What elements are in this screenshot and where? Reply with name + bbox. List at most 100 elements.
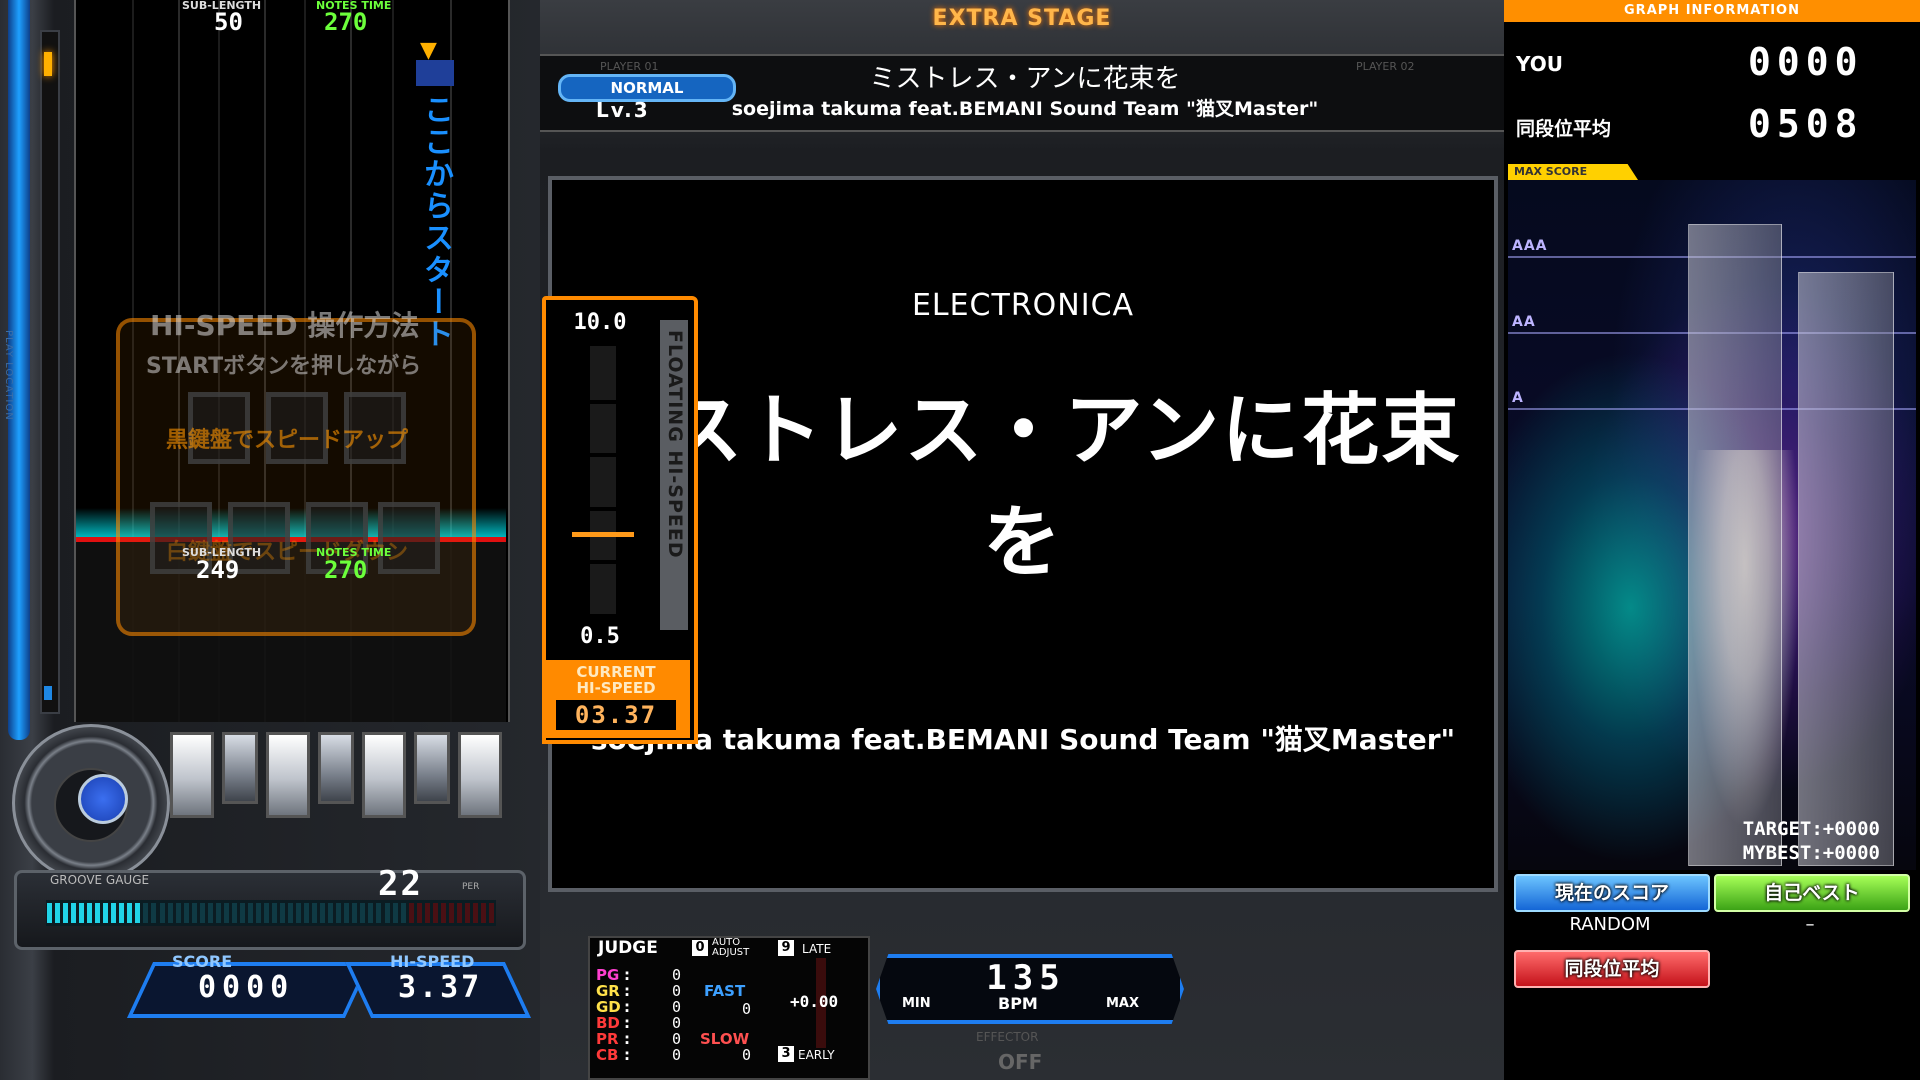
groove-gauge-segment xyxy=(352,903,358,923)
bpm-label: BPM xyxy=(998,994,1038,1013)
groove-gauge-segment xyxy=(344,903,350,923)
groove-gauge-segment xyxy=(207,903,213,923)
play-location-marker xyxy=(44,52,52,76)
hispeed-guide-text: STARTボタンを押しながら xyxy=(146,354,422,379)
early-offset-value: 3 xyxy=(778,1046,794,1062)
current-score-button[interactable]: 現在のスコア xyxy=(1514,874,1710,912)
judge-cb-label: CB xyxy=(596,1046,619,1064)
score-label: SCORE xyxy=(172,952,233,971)
key-4[interactable] xyxy=(318,732,354,804)
groove-gauge-segment xyxy=(231,903,237,923)
groove-gauge-segment xyxy=(312,903,318,923)
groove-gauge-segment xyxy=(488,903,494,923)
key-3[interactable] xyxy=(266,732,310,818)
groove-gauge-segment xyxy=(288,903,294,923)
effector-value: OFF xyxy=(998,1050,1043,1074)
groove-gauge-segment xyxy=(376,903,382,923)
difficulty-level: Lv.3 xyxy=(596,98,650,122)
current-hispeed-label: CURRENT HI-SPEED xyxy=(542,664,690,696)
song-artist: soejima takuma feat.BEMANI Sound Team "猫… xyxy=(731,98,1319,120)
groove-gauge-segment xyxy=(464,903,470,923)
groove-gauge-segment xyxy=(103,903,109,923)
late-label: LATE xyxy=(802,942,832,956)
late-offset-value: 9 xyxy=(778,940,794,956)
groove-gauge-segment xyxy=(127,903,133,923)
groove-gauge-segment xyxy=(135,903,141,923)
player-2-label: PLAYER 02 xyxy=(1356,60,1415,73)
groove-gauge-segment xyxy=(408,903,414,923)
groove-gauge-segment xyxy=(272,903,278,923)
best-option-label: – xyxy=(1805,914,1815,935)
groove-gauge-segment xyxy=(328,903,334,923)
rank-average-score: 0508 xyxy=(1748,102,1864,146)
groove-gauge-segment xyxy=(424,903,430,923)
judge-title: JUDGE xyxy=(598,938,658,958)
timing-offset-value: +0.00 xyxy=(790,992,839,1011)
key-7[interactable] xyxy=(458,732,502,818)
groove-gauge-segment xyxy=(87,903,93,923)
groove-gauge-bar xyxy=(46,900,496,926)
graph-header: GRAPH INFORMATION xyxy=(1504,0,1920,22)
groove-gauge-value: 22 xyxy=(378,864,423,904)
groove-gauge-segment xyxy=(368,903,374,923)
groove-gauge-segment xyxy=(416,903,422,923)
groove-gauge-segment xyxy=(320,903,326,923)
groove-gauge-segment xyxy=(296,903,302,923)
groove-gauge-segment xyxy=(304,903,310,923)
groove-gauge-segment xyxy=(71,903,77,923)
groove-gauge-segment xyxy=(255,903,261,923)
target-diff: TARGET:+0000 xyxy=(1742,818,1880,840)
play-location-end xyxy=(44,686,52,700)
you-score: 0000 xyxy=(1748,40,1864,84)
judge-separator: : xyxy=(624,1046,630,1064)
groove-gauge-segment xyxy=(336,903,342,923)
grade-label-aa: AA xyxy=(1512,314,1536,330)
song-title: ミストレス・アンに花束を xyxy=(869,64,1181,94)
graph-bar-best xyxy=(1798,272,1894,866)
personal-best-button[interactable]: 自己ベスト xyxy=(1714,874,1910,912)
effector-label: EFFECTOR xyxy=(976,1030,1039,1044)
start-point-marker xyxy=(416,60,454,86)
rank-average-button[interactable]: 同段位平均 xyxy=(1514,950,1710,988)
top-notes-time-value: 270 xyxy=(324,8,368,36)
key-1[interactable] xyxy=(170,732,214,818)
groove-gauge-segment xyxy=(199,903,205,923)
hispeed-value: 3.37 xyxy=(398,970,483,1005)
graph-bar-current xyxy=(1688,224,1782,866)
groove-gauge-segment xyxy=(111,903,117,923)
floating-hispeed-max: 10.0 xyxy=(573,310,627,335)
mybest-diff: MYBEST:+0000 xyxy=(1742,842,1880,864)
floating-hispeed-title: FLOATING HI-SPEED xyxy=(664,330,686,559)
hispeed-guide-speed-up: 黒鍵盤でスピードアップ xyxy=(166,428,409,453)
judge-cb-count: 0 xyxy=(672,1046,682,1064)
hispeed-guide-title: HI-SPEED 操作方法 xyxy=(150,309,420,342)
floating-hispeed-tick xyxy=(590,399,616,404)
groove-gauge-segment xyxy=(280,903,286,923)
groove-gauge-segment xyxy=(47,903,53,923)
bpm-value: 135 xyxy=(986,958,1066,998)
groove-gauge-segment xyxy=(392,903,398,923)
key-5[interactable] xyxy=(362,732,406,818)
max-score-tag: MAX SCORE xyxy=(1508,164,1638,180)
groove-gauge-segment xyxy=(360,903,366,923)
floating-hispeed-tick xyxy=(590,506,616,511)
groove-gauge-segment xyxy=(159,903,165,923)
groove-gauge-segment xyxy=(456,903,462,923)
groove-gauge-segment xyxy=(79,903,85,923)
auto-adjust-value: 0 xyxy=(692,940,708,956)
groove-gauge-segment xyxy=(472,903,478,923)
groove-gauge-segment xyxy=(263,903,269,923)
key-6[interactable] xyxy=(414,732,450,804)
you-label: YOU xyxy=(1516,52,1564,76)
groove-gauge-segment xyxy=(223,903,229,923)
bottom-sub-length-value: 249 xyxy=(196,556,240,584)
floating-hispeed-cursor[interactable] xyxy=(572,531,634,537)
groove-gauge-segment xyxy=(151,903,157,923)
groove-gauge-segment xyxy=(432,903,438,923)
current-hispeed-value: 03.37 xyxy=(556,700,676,730)
auto-adjust-label: AUTO ADJUST xyxy=(712,937,750,958)
key-2[interactable] xyxy=(222,732,258,804)
groove-gauge-segment xyxy=(183,903,189,923)
floating-hispeed-tick xyxy=(590,560,616,565)
rank-average-label: 同段位平均 xyxy=(1516,118,1612,140)
